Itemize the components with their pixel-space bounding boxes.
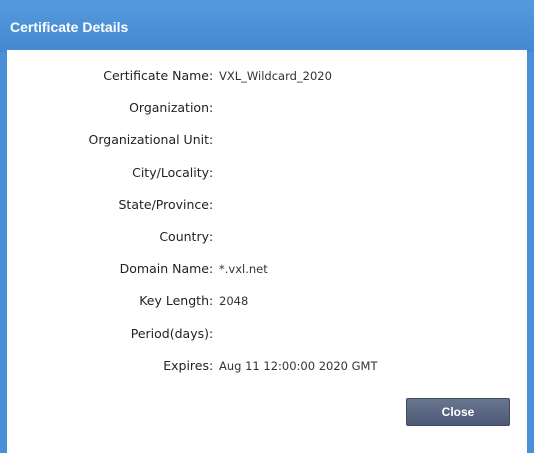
field-value: 2048 bbox=[219, 294, 249, 308]
field-row-expires: Expires: Aug 11 12:00:00 2020 GMT bbox=[7, 358, 527, 378]
close-button[interactable]: Close bbox=[406, 398, 510, 426]
field-label: Country bbox=[159, 229, 209, 244]
field-label: Expires bbox=[163, 358, 209, 373]
field-label: Domain Name bbox=[119, 261, 209, 276]
field-row-country: Country: bbox=[7, 229, 527, 249]
field-row-period-days: Period(days): bbox=[7, 326, 527, 346]
field-colon: : bbox=[209, 229, 214, 244]
field-value: Aug 11 12:00:00 2020 GMT bbox=[219, 359, 378, 373]
field-colon: : bbox=[209, 326, 214, 341]
field-label: City/Locality bbox=[132, 165, 209, 180]
field-label: State/Province bbox=[118, 197, 210, 212]
dialog-titlebar: Certificate Details bbox=[0, 0, 534, 52]
field-row-key-length: Key Length: 2048 bbox=[7, 293, 527, 313]
field-row-certificate-name: Certificate Name: VXL_Wildcard_2020 bbox=[7, 68, 527, 88]
field-label: Period(days) bbox=[130, 326, 209, 341]
field-row-organizational-unit: Organizational Unit: bbox=[7, 132, 527, 152]
field-colon: : bbox=[209, 293, 214, 308]
field-label: Key Length bbox=[139, 293, 209, 308]
field-row-city-locality: City/Locality: bbox=[7, 165, 527, 185]
field-label: Certificate Name bbox=[103, 68, 209, 83]
field-colon: : bbox=[209, 358, 214, 373]
dialog-body: Certificate Name: VXL_Wildcard_2020 Orga… bbox=[7, 50, 527, 453]
dialog-title: Certificate Details bbox=[10, 19, 129, 35]
field-colon: : bbox=[209, 261, 214, 276]
field-value: *.vxl.net bbox=[219, 262, 268, 276]
field-colon: : bbox=[209, 100, 214, 115]
field-label: Organizational Unit bbox=[88, 132, 209, 147]
field-row-organization: Organization: bbox=[7, 100, 527, 120]
field-colon: : bbox=[209, 68, 214, 83]
field-colon: : bbox=[209, 197, 214, 212]
field-label: Organization bbox=[129, 100, 209, 115]
field-colon: : bbox=[209, 132, 214, 147]
field-value: VXL_Wildcard_2020 bbox=[219, 69, 332, 83]
certificate-details-dialog: Certificate Details Certificate Name: VX… bbox=[0, 0, 534, 453]
field-colon: : bbox=[209, 165, 214, 180]
field-row-state-province: State/Province: bbox=[7, 197, 527, 217]
field-row-domain-name: Domain Name: *.vxl.net bbox=[7, 261, 527, 281]
